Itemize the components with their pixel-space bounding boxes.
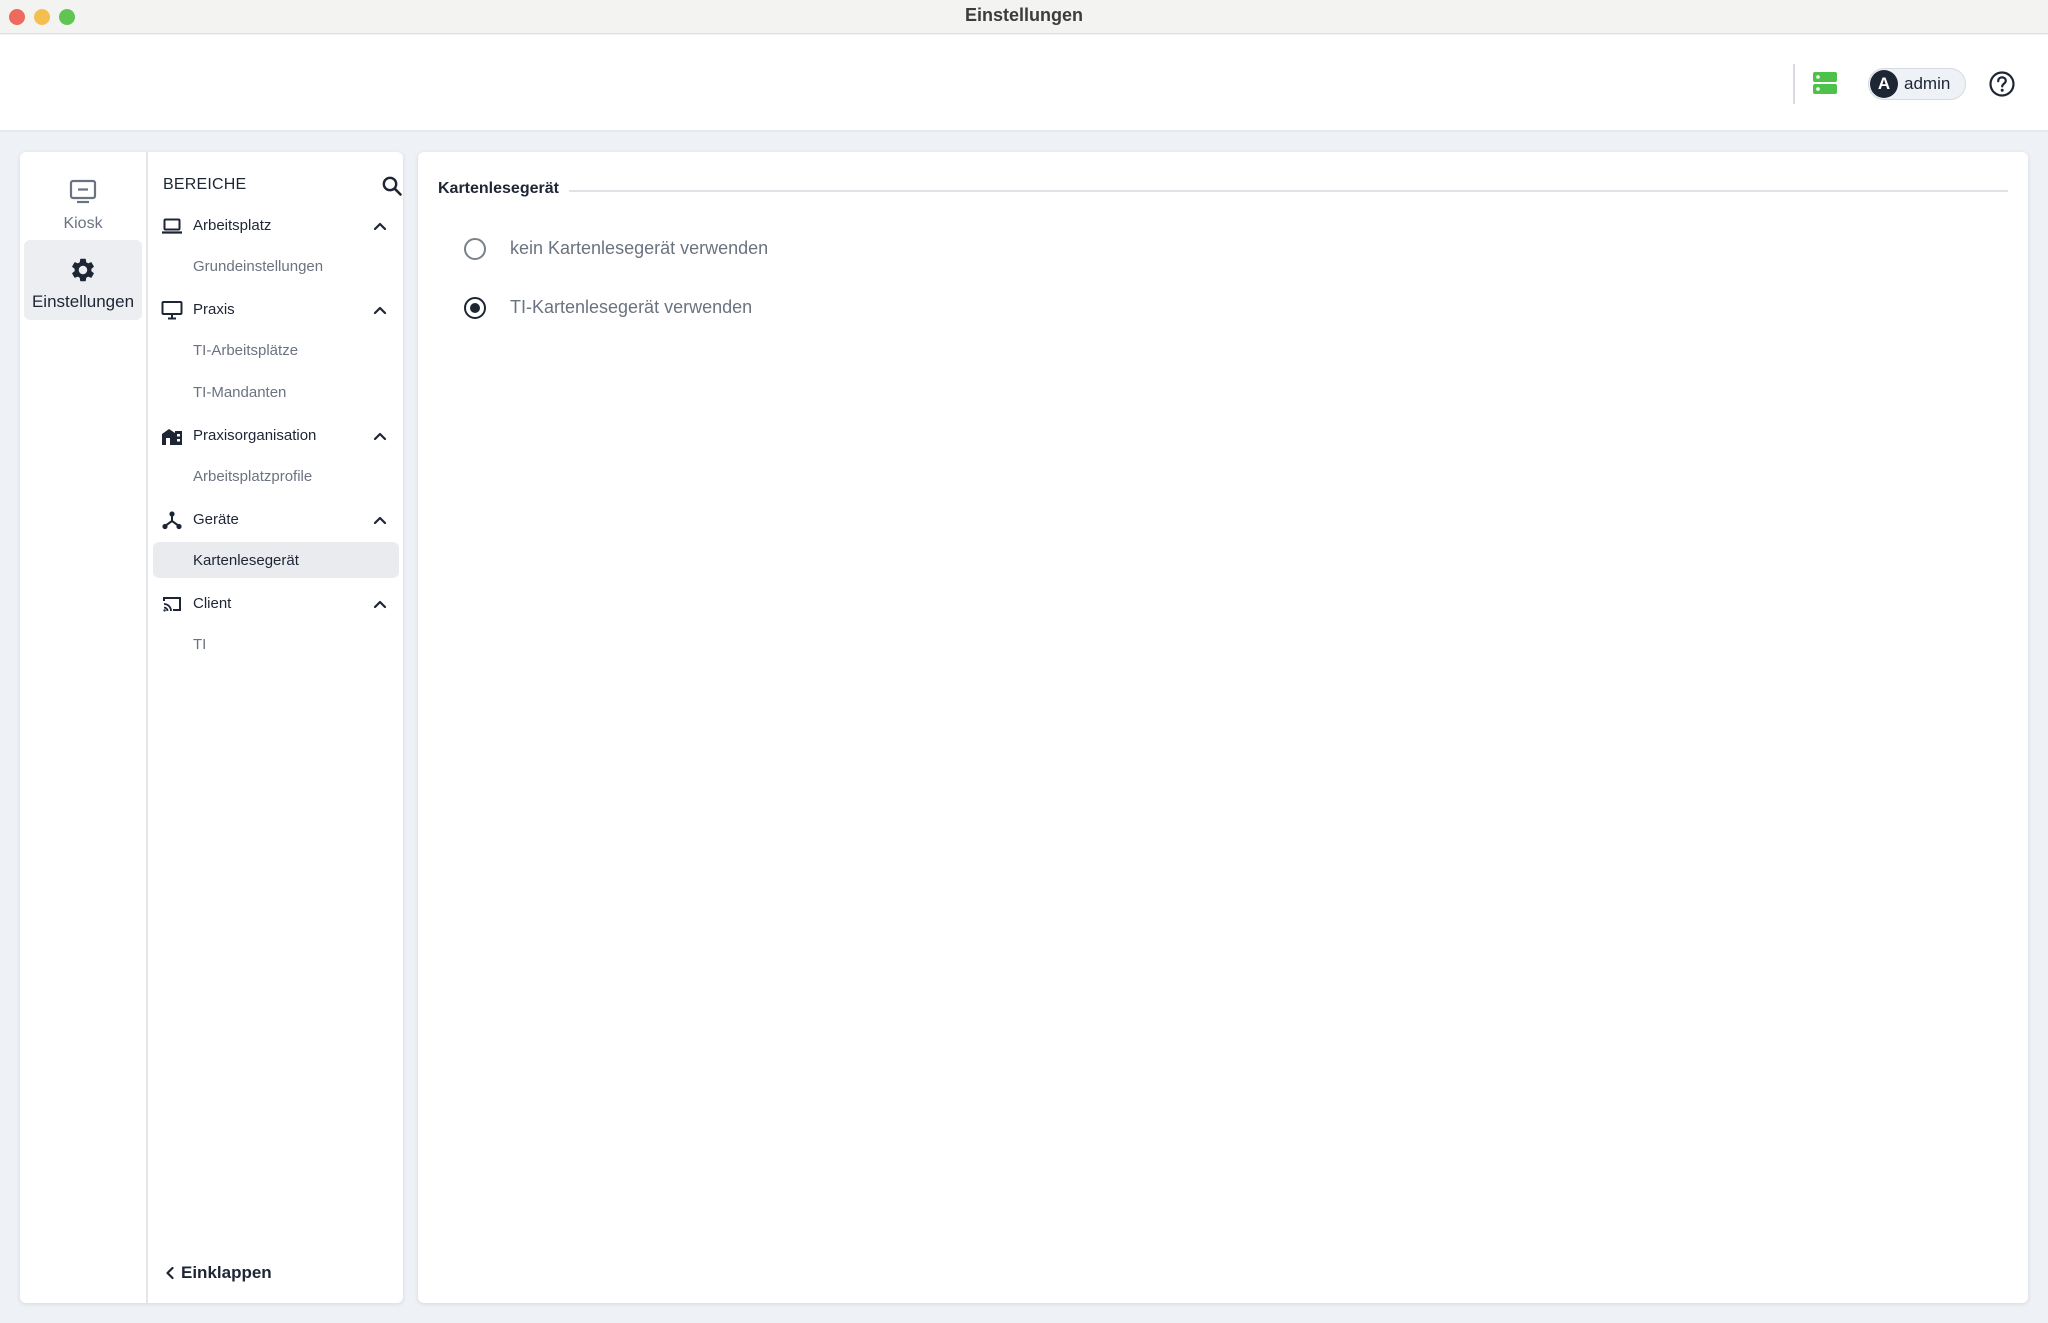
nav-group-label: Geräte: [193, 511, 239, 528]
app-header: A admin: [0, 35, 2048, 132]
nav-item-ti-arbeitsplaetze[interactable]: TI-Arbeitsplätze: [153, 332, 399, 368]
help-button[interactable]: [1987, 69, 2017, 99]
user-menu-button[interactable]: A admin: [1868, 68, 1966, 100]
nav-search-button[interactable]: [380, 174, 404, 198]
nav-group-label: Praxisorganisation: [193, 427, 317, 444]
nav-item-label: TI-Mandanten: [193, 384, 287, 401]
radio-selected-dot: [470, 303, 480, 313]
radio-option-ti-card-reader[interactable]: TI-Kartenlesegerät verwenden: [464, 291, 1064, 325]
nav-item-label: Arbeitsplatzprofile: [193, 468, 313, 485]
gear-icon: [72, 258, 94, 282]
radio-button[interactable]: [464, 297, 486, 319]
radio-label: TI-Kartenlesegerät verwenden: [510, 297, 753, 317]
collapse-button[interactable]: Einklappen: [163, 1261, 283, 1287]
nav-item-ti[interactable]: TI: [153, 626, 399, 662]
section-divider: [568, 190, 2008, 192]
laptop-icon: [162, 218, 182, 234]
user-name: admin: [1904, 74, 1951, 93]
server-status-button[interactable]: [1810, 68, 1840, 98]
radio-option-no-card-reader[interactable]: kein Kartenlesegerät verwenden: [464, 232, 1064, 266]
cast-icon: [163, 597, 181, 612]
radio-button[interactable]: [464, 238, 486, 260]
chevron-up-icon: [373, 222, 387, 231]
rail-item-kiosk[interactable]: Kiosk: [24, 164, 142, 242]
nav-item-label: TI: [193, 636, 207, 653]
app-rail: Kiosk Einstellungen: [20, 152, 148, 1303]
nav-group-praxis[interactable]: Praxis: [150, 290, 400, 330]
nav-group-geraete[interactable]: Geräte: [150, 500, 400, 540]
nav-group-arbeitsplatz[interactable]: Arbeitsplatz: [150, 206, 400, 246]
chevron-up-icon: [373, 306, 387, 315]
devices-hub-icon: [162, 511, 182, 530]
window-titlebar: Einstellungen: [0, 0, 2048, 34]
main-content: Kartenlesegerät kein Kartenlesegerät ver…: [418, 152, 2028, 1303]
nav-group-client[interactable]: Client: [150, 584, 400, 624]
nav-group-praxisorganisation[interactable]: Praxisorganisation: [150, 416, 400, 456]
desktop-icon: [161, 301, 183, 320]
radio-label: kein Kartenlesegerät verwenden: [510, 238, 769, 258]
section-title: Kartenlesegerät: [438, 180, 569, 198]
nav-item-arbeitsplatzprofile[interactable]: Arbeitsplatzprofile: [153, 458, 399, 494]
nav-item-kartenlesegeraet[interactable]: Kartenlesegerät: [153, 542, 399, 578]
nav-item-label: Grundeinstellungen: [193, 258, 324, 275]
nav-item-grundeinstellungen[interactable]: Grundeinstellungen: [153, 248, 399, 284]
chevron-up-icon: [373, 600, 387, 609]
chevron-left-icon: [166, 1266, 174, 1280]
rail-item-label: Einstellungen: [31, 292, 135, 311]
settings-navigation: BEREICHE Arbeitsplatz Grundeinstellungen: [150, 152, 403, 1303]
rail-item-label: Kiosk: [63, 215, 103, 232]
nav-heading: BEREICHE: [163, 176, 247, 193]
nav-item-ti-mandanten[interactable]: TI-Mandanten: [153, 374, 399, 410]
rail-item-settings[interactable]: Einstellungen: [24, 240, 142, 320]
nav-item-label: Kartenlesegerät: [193, 552, 299, 569]
buildings-icon: [162, 429, 182, 445]
collapse-label: Einklappen: [181, 1263, 272, 1282]
server-status-icon: [1813, 72, 1837, 94]
window-title: Einstellungen: [964, 5, 1083, 25]
nav-group-label: Praxis: [193, 301, 235, 318]
header-divider: [1793, 64, 1795, 104]
nav-group-label: Client: [193, 595, 232, 612]
chevron-up-icon: [373, 516, 387, 525]
nav-group-label: Arbeitsplatz: [193, 217, 272, 234]
avatar: A: [1870, 70, 1898, 98]
nav-item-label: TI-Arbeitsplätze: [193, 342, 299, 359]
chevron-up-icon: [373, 432, 387, 441]
help-icon: [1989, 71, 2015, 97]
monitor-icon: [69, 179, 97, 204]
search-icon: [382, 176, 402, 196]
left-panel: Kiosk Einstellungen BEREICHE Arbeitsplat…: [20, 152, 403, 1303]
